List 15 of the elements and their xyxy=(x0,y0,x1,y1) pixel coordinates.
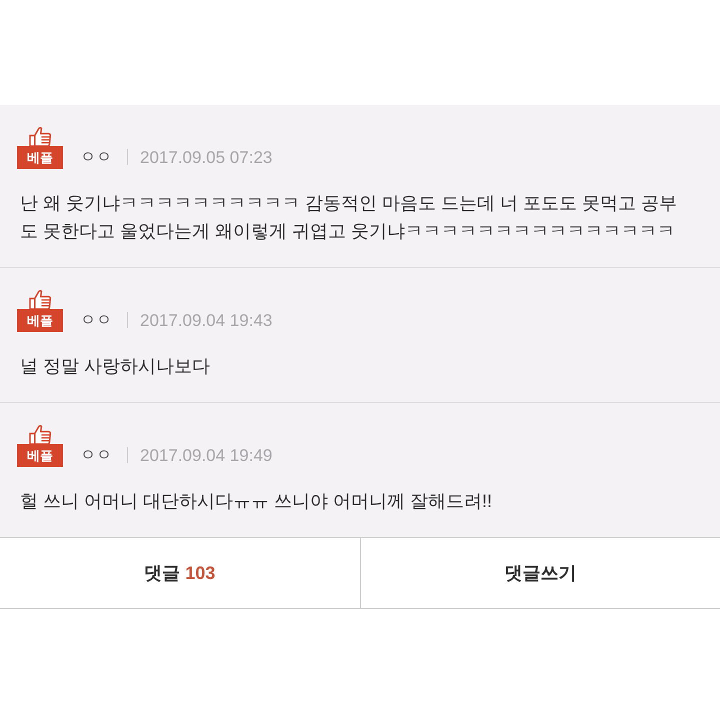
thumbs-up-icon xyxy=(28,289,52,310)
comment-text: 헐 쓰니 어머니 대단하시다ㅠㅠ 쓰니야 어머니께 잘해드려!! xyxy=(20,490,494,513)
best-badge: 베플 xyxy=(17,444,63,467)
thumbs-up-icon xyxy=(28,126,52,147)
comment-text: 널 정말 사랑하시나보다 xyxy=(20,355,212,378)
best-badge: 베플 xyxy=(17,309,63,332)
best-badge: 베플 xyxy=(17,146,63,169)
comment-date: 2017.09.04 19:43 xyxy=(140,310,272,332)
author-name: ㅇㅇ xyxy=(80,311,112,331)
comment-date: 2017.09.04 19:49 xyxy=(140,445,272,467)
thumbs-up-icon xyxy=(28,424,52,445)
comment-date: 2017.09.05 07:23 xyxy=(140,147,272,169)
author-name: ㅇㅇ xyxy=(80,148,112,168)
author-name: ㅇㅇ xyxy=(80,446,112,466)
comment-text: 난 왜 웃기냐ㅋㅋㅋㅋㅋㅋㅋㅋㅋㅋ 감동적인 마음도 드는데 너 포도도 못먹고 공부도 못한다고 울었다는게 왜이렇게 귀엽고 웃기냐ㅋㅋㅋㅋㅋㅋㅋㅋㅋㅋㅋㅋㅋㅋㅋ xyxy=(20,192,678,243)
